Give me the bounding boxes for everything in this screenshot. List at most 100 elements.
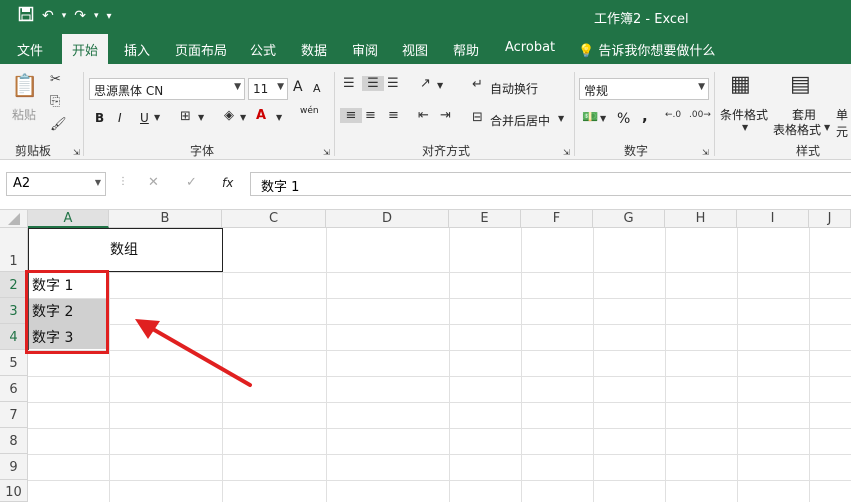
- phonetic-guide-button[interactable]: wén: [300, 106, 319, 116]
- column-header-c[interactable]: C: [222, 210, 326, 228]
- decrease-indent-icon[interactable]: ⇤: [418, 108, 429, 123]
- grow-font-button[interactable]: A: [293, 79, 303, 95]
- conditional-formatting-icon[interactable]: ▦: [730, 72, 751, 97]
- column-header-j[interactable]: J: [809, 210, 851, 228]
- format-as-table-icon[interactable]: ▤: [790, 72, 811, 97]
- tab-file[interactable]: 文件: [17, 40, 43, 59]
- italic-button[interactable]: I: [118, 111, 122, 125]
- conditional-formatting-button[interactable]: 条件格式: [720, 106, 768, 123]
- borders-icon[interactable]: ⊞: [180, 109, 191, 124]
- font-launcher-icon[interactable]: ⇲: [323, 148, 330, 157]
- tab-data[interactable]: 数据: [301, 40, 327, 59]
- undo-icon[interactable]: ↶: [42, 8, 54, 24]
- clipboard-launcher-icon[interactable]: ⇲: [73, 148, 80, 157]
- row-header-4[interactable]: 4: [0, 324, 28, 350]
- orientation-icon[interactable]: ↗: [420, 76, 431, 91]
- tab-page-layout[interactable]: 页面布局: [175, 40, 227, 59]
- fill-color-icon[interactable]: ◈: [224, 108, 234, 123]
- tab-view[interactable]: 视图: [402, 40, 428, 59]
- row-header-3[interactable]: 3: [0, 298, 28, 324]
- column-header-a[interactable]: A: [28, 210, 109, 228]
- align-bottom-icon[interactable]: ☰: [387, 76, 399, 91]
- merge-dropdown-icon[interactable]: ▼: [558, 114, 564, 123]
- orientation-dropdown-icon[interactable]: ▼: [437, 81, 443, 90]
- row-header-10[interactable]: 10: [0, 480, 28, 502]
- number-format-combo[interactable]: 常规 ▼: [579, 78, 709, 100]
- tell-me-search[interactable]: 💡 告诉我你想要做什么: [578, 40, 715, 59]
- align-top-icon[interactable]: ☰: [343, 76, 355, 91]
- row-header-8[interactable]: 8: [0, 428, 28, 454]
- row-header-7[interactable]: 7: [0, 402, 28, 428]
- cell-styles-button[interactable]: 单元: [836, 106, 851, 140]
- borders-dropdown-icon[interactable]: ▼: [198, 113, 204, 122]
- font-size-combo[interactable]: 11 ▼: [248, 78, 288, 100]
- highlight-box: [25, 270, 109, 354]
- row-header-9[interactable]: 9: [0, 454, 28, 480]
- undo-dropdown-icon[interactable]: ▾: [62, 11, 67, 21]
- font-name-combo[interactable]: 思源黑体 CN ▼: [89, 78, 245, 100]
- tab-formulas[interactable]: 公式: [250, 40, 276, 59]
- increase-decimal-icon[interactable]: ←.0: [665, 110, 681, 120]
- merge-center-icon[interactable]: ⊟: [472, 110, 483, 125]
- accounting-dropdown-icon[interactable]: ▼: [600, 114, 606, 123]
- column-header-b[interactable]: B: [109, 210, 222, 228]
- column-header-f[interactable]: F: [521, 210, 593, 228]
- number-launcher-icon[interactable]: ⇲: [702, 148, 709, 157]
- paste-icon[interactable]: 📋: [10, 74, 40, 99]
- table-dropdown-icon[interactable]: ▼: [824, 123, 830, 132]
- cond-dropdown-icon[interactable]: ▼: [742, 123, 748, 132]
- chevron-down-icon: ▼: [277, 82, 284, 92]
- name-box[interactable]: A2 ▼: [6, 172, 106, 196]
- save-icon[interactable]: [18, 6, 34, 26]
- copy-icon[interactable]: ⎘: [50, 94, 60, 109]
- fill-dropdown-icon[interactable]: ▼: [240, 113, 246, 122]
- tab-acrobat[interactable]: Acrobat: [505, 40, 555, 55]
- align-center-icon[interactable]: ≡: [365, 108, 376, 123]
- column-header-e[interactable]: E: [449, 210, 521, 228]
- cancel-icon[interactable]: ✕: [148, 175, 159, 190]
- merge-center-button[interactable]: 合并后居中: [490, 112, 550, 129]
- font-color-dropdown-icon[interactable]: ▼: [276, 113, 282, 122]
- formula-input[interactable]: 数字 1: [250, 172, 851, 196]
- insert-function-button[interactable]: fx: [222, 176, 233, 190]
- row-header-2[interactable]: 2: [0, 272, 28, 298]
- paste-button[interactable]: 粘贴: [12, 106, 36, 123]
- underline-button[interactable]: U: [140, 111, 149, 125]
- tab-review[interactable]: 审阅: [352, 40, 378, 59]
- decrease-decimal-icon[interactable]: .00→: [689, 110, 711, 120]
- row-header-6[interactable]: 6: [0, 376, 28, 402]
- percent-button[interactable]: %: [617, 111, 630, 127]
- increase-indent-icon[interactable]: ⇥: [440, 108, 451, 123]
- align-left-icon[interactable]: ≡: [340, 108, 362, 123]
- column-header-i[interactable]: I: [737, 210, 809, 228]
- alignment-launcher-icon[interactable]: ⇲: [563, 148, 570, 157]
- enter-icon[interactable]: ✓: [186, 175, 197, 190]
- wrap-text-button[interactable]: 自动换行: [490, 80, 538, 97]
- wrap-text-icon[interactable]: ↵: [472, 77, 483, 92]
- column-header-d[interactable]: D: [326, 210, 449, 228]
- redo-icon[interactable]: ↷: [74, 8, 86, 24]
- cut-icon[interactable]: ✂: [50, 72, 61, 87]
- column-header-h[interactable]: H: [665, 210, 737, 228]
- accounting-format-icon[interactable]: 💵: [582, 110, 598, 125]
- align-middle-icon[interactable]: ☰: [362, 76, 384, 91]
- font-color-icon[interactable]: A: [256, 108, 266, 123]
- row-header-1[interactable]: 1: [0, 228, 28, 272]
- format-painter-icon[interactable]: 🖌: [50, 117, 67, 132]
- tab-home[interactable]: 开始: [62, 34, 109, 64]
- align-right-icon[interactable]: ≡: [388, 108, 399, 123]
- lightbulb-icon: 💡: [578, 44, 595, 59]
- underline-dropdown-icon[interactable]: ▼: [154, 113, 160, 122]
- row-header-5[interactable]: 5: [0, 350, 28, 376]
- customize-qat-icon[interactable]: ▾: [107, 11, 112, 22]
- bold-button[interactable]: B: [95, 111, 104, 125]
- tab-insert[interactable]: 插入: [124, 40, 150, 59]
- gridline: [809, 228, 810, 502]
- tab-help[interactable]: 帮助: [453, 40, 479, 59]
- comma-button[interactable]: ,: [642, 107, 648, 125]
- column-header-g[interactable]: G: [593, 210, 665, 228]
- select-all-corner[interactable]: [0, 210, 28, 228]
- cell-b1[interactable]: 数组: [110, 239, 138, 259]
- shrink-font-button[interactable]: A: [313, 82, 321, 95]
- redo-dropdown-icon[interactable]: ▾: [94, 11, 99, 21]
